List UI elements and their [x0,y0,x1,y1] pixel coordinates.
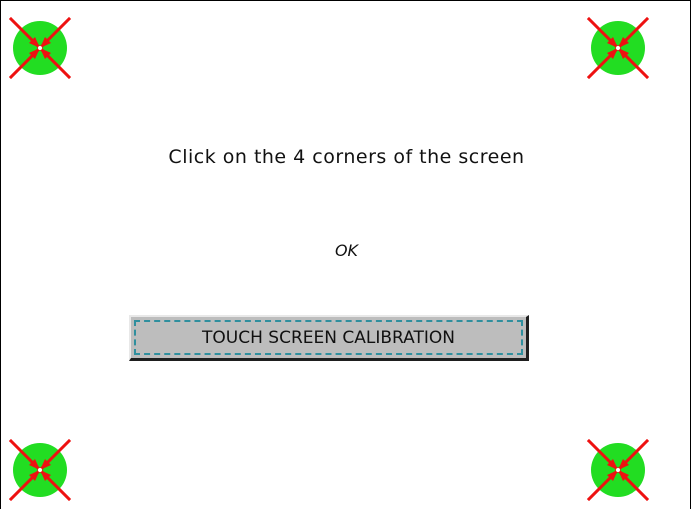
calibration-screen: Click on the 4 corners of the screen OK … [0,0,691,509]
button-label: TOUCH SCREEN CALIBRATION [202,327,455,348]
touch-screen-calibration-button[interactable]: TOUCH SCREEN CALIBRATION [129,315,529,361]
calibration-target-bottom-right[interactable] [587,439,649,501]
button-focus-ring: TOUCH SCREEN CALIBRATION [134,320,523,355]
calibration-target-top-right[interactable] [587,17,649,79]
calibration-target-bottom-left[interactable] [9,439,71,501]
calibration-target-icon [9,17,71,79]
calibration-status: OK [334,241,359,260]
calibration-target-top-left[interactable] [9,17,71,79]
calibration-target-icon [587,17,649,79]
calibration-target-icon [587,439,649,501]
calibration-target-icon [9,439,71,501]
calibration-instruction: Click on the 4 corners of the screen [168,146,525,168]
